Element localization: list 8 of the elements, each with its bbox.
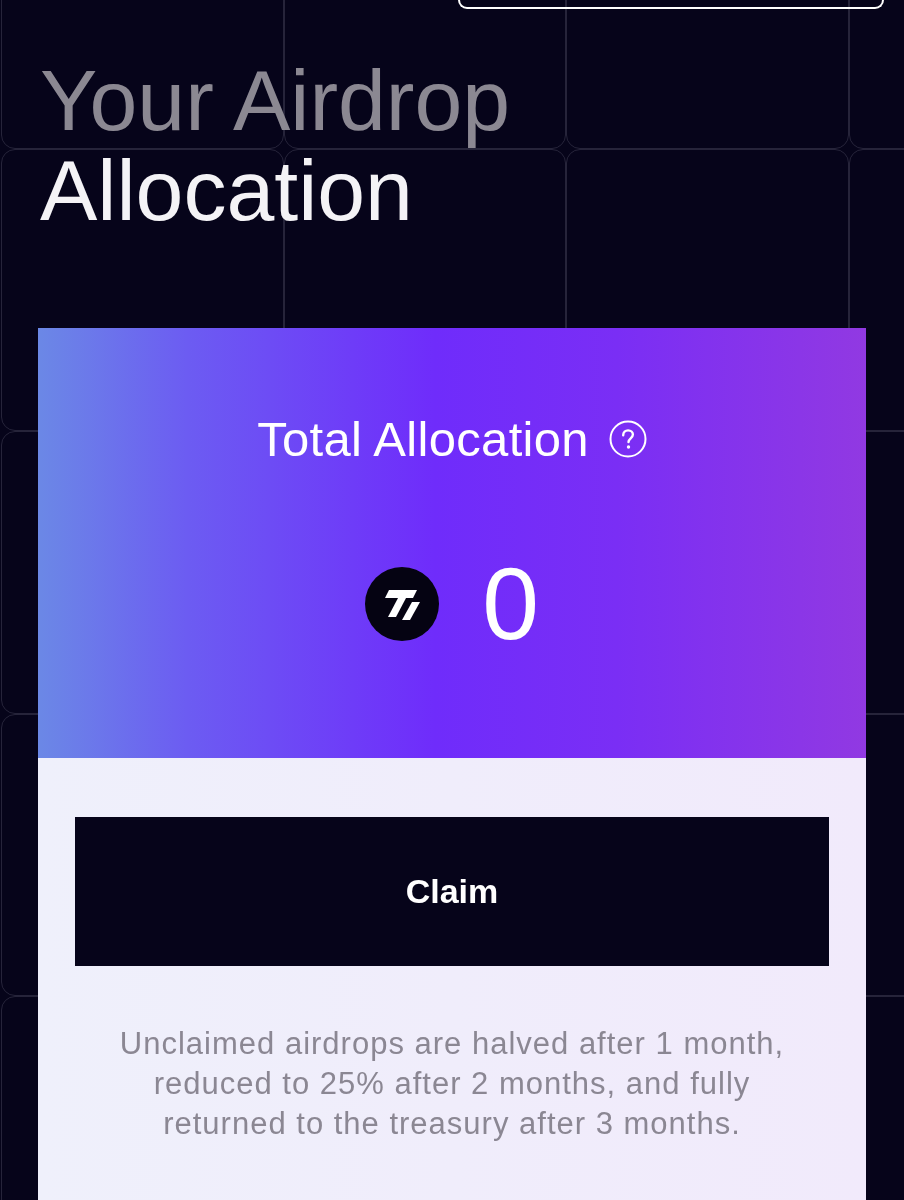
card-title: Total Allocation bbox=[257, 411, 589, 467]
allocation-amount: 0 bbox=[482, 554, 539, 654]
claim-button[interactable]: Claim bbox=[75, 817, 829, 966]
token-logo-icon bbox=[365, 567, 440, 641]
claim-note: Unclaimed airdrops are halved after 1 month, reduced to 25% after 2 months, and fully returned to the treasury after 3 months. bbox=[118, 1025, 786, 1143]
outlined-button[interactable] bbox=[458, 0, 884, 9]
heading-text: Allocation bbox=[40, 145, 413, 235]
help-icon[interactable] bbox=[608, 420, 647, 458]
